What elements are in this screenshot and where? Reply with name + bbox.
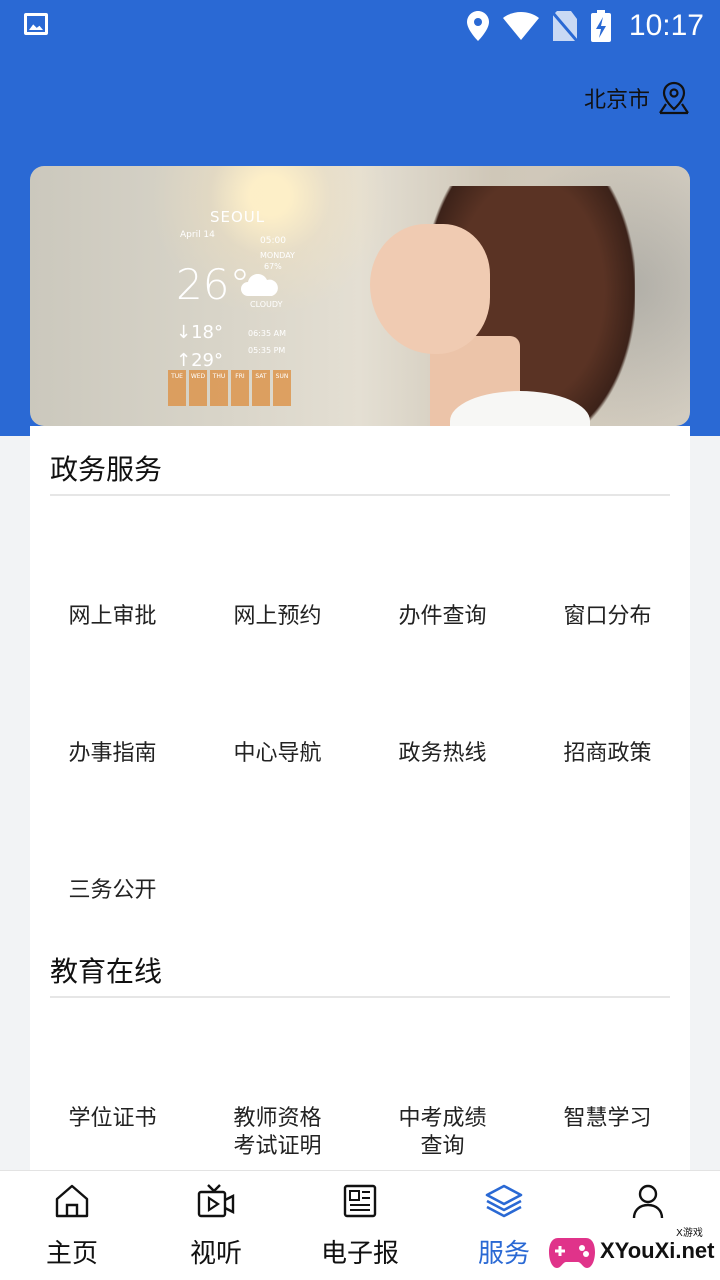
nav-video-label: 视听 — [189, 1239, 242, 1269]
city-label: 北京市 — [583, 88, 650, 113]
section-title-education: 教育在线 — [50, 955, 163, 988]
weather-city: SEOUL — [210, 208, 266, 226]
watermark-text: XYouXi.net — [600, 1238, 715, 1263]
section-title-gov-services: 政务服务 — [50, 453, 163, 486]
home-icon — [55, 1184, 89, 1218]
forecast-day: WED — [189, 370, 207, 406]
nav-video[interactable]: 视听 — [144, 1171, 288, 1280]
forecast-day: SUN — [273, 370, 291, 406]
weather-forecast-days: TUE WED THU FRI SAT SUN — [168, 370, 291, 406]
watermark-small-text: X游戏 — [676, 1228, 703, 1239]
user-icon — [632, 1184, 664, 1219]
weather-sunrise: 06:35 AM — [248, 329, 286, 338]
nav-home[interactable]: 主页 — [0, 1171, 144, 1280]
nav-newspaper-label: 电子报 — [320, 1239, 399, 1269]
no-sim-icon — [552, 11, 577, 41]
forecast-day: SAT — [252, 370, 270, 406]
weather-condition: CLOUDY — [250, 300, 283, 309]
forecast-day: TUE — [168, 370, 186, 406]
nav-newspaper[interactable]: 电子报 — [288, 1171, 432, 1280]
gamepad-icon — [549, 1238, 595, 1268]
service-item[interactable]: 办事指南 — [30, 740, 195, 768]
service-item[interactable]: 网上预约 — [195, 603, 360, 631]
wifi-icon — [502, 12, 539, 40]
service-item[interactable]: 窗口分布 — [525, 603, 690, 631]
weather-day: MONDAY — [260, 251, 295, 260]
service-item[interactable]: 中心导航 — [195, 740, 360, 768]
forecast-day: THU — [210, 370, 228, 406]
service-item[interactable]: 网上审批 — [30, 603, 195, 631]
weather-time: 05:00 — [260, 236, 286, 246]
location-pin-icon — [466, 11, 489, 41]
newspaper-icon — [343, 1184, 377, 1218]
map-pin-icon — [659, 81, 689, 115]
service-item[interactable]: 办件查询 — [360, 603, 525, 631]
status-bar: 10:17 — [0, 0, 720, 52]
banner-image[interactable]: SEOUL April 14 05:00 MONDAY 67% 26° CLOU… — [30, 166, 690, 426]
watermark: X游戏 XYouXi.net — [548, 1222, 716, 1276]
image-icon — [24, 13, 48, 35]
forecast-day: FRI — [231, 370, 249, 406]
service-item[interactable]: 学位证书 — [30, 1105, 195, 1133]
service-item[interactable]: 政务热线 — [360, 740, 525, 768]
service-item[interactable]: 中考成绩 查询 — [360, 1105, 525, 1161]
video-icon — [197, 1184, 235, 1218]
weather-widget-graphic: SEOUL April 14 05:00 MONDAY 67% 26° CLOU… — [168, 204, 295, 414]
service-item[interactable]: 三务公开 — [30, 877, 195, 905]
service-item[interactable]: 招商政策 — [525, 740, 690, 768]
weather-low: ↓18° — [176, 322, 223, 343]
section-divider — [50, 996, 670, 998]
status-time: 10:17 — [628, 9, 704, 42]
cloud-icon — [241, 274, 278, 296]
nav-home-label: 主页 — [45, 1239, 98, 1269]
service-item[interactable]: 教师资格 考试证明 — [195, 1105, 360, 1161]
weather-high: ↑29° — [176, 350, 223, 371]
weather-humidity: 67% — [264, 262, 282, 271]
layers-icon — [485, 1184, 523, 1218]
service-item[interactable]: 智慧学习 — [525, 1105, 690, 1133]
battery-charging-icon — [590, 10, 611, 42]
services-card: 政务服务 网上审批 网上预约 办件查询 窗口分布 办事指南 中心导航 政务热线 … — [30, 426, 690, 1170]
section-divider — [50, 494, 670, 496]
weather-sunset: 05:35 PM — [248, 346, 286, 355]
weather-date: April 14 — [180, 230, 215, 240]
location-selector[interactable]: 北京市 — [584, 80, 692, 116]
